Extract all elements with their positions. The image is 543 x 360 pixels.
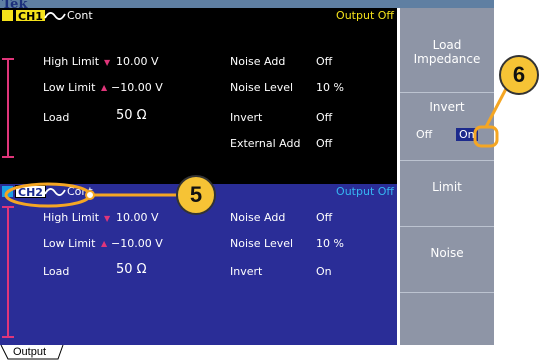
callout-overlay xyxy=(4,84,510,208)
callout-six: 6 xyxy=(499,55,539,95)
callout-6-leader xyxy=(484,84,510,128)
invert-on-highlight xyxy=(473,125,499,148)
callout-5-dot xyxy=(85,190,95,200)
callout-five: 5 xyxy=(176,175,216,215)
ch2-highlight-ring xyxy=(4,182,92,208)
